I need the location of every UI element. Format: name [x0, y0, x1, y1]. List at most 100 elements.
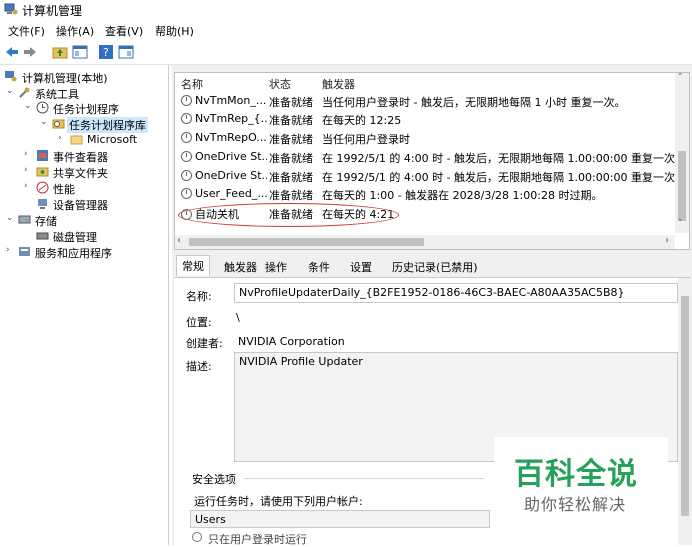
clock-icon — [181, 132, 192, 143]
author-label: 创建者: — [186, 337, 223, 350]
tab-conditions[interactable]: 条件 — [308, 259, 330, 275]
name-field[interactable]: NvProfileUpdaterDaily_{B2FE1952-0186-46C… — [234, 283, 678, 303]
table-row[interactable]: NvTmRepO... 准备就绪 当任何用户登录时 — [175, 131, 675, 149]
tree-label: 设备管理器 — [53, 199, 108, 212]
forward-arrow-icon[interactable] — [22, 44, 38, 60]
disk-icon — [36, 232, 49, 240]
tree-label: Microsoft — [87, 133, 138, 146]
task-name: NvTmRepO... — [195, 131, 267, 144]
clock-icon — [181, 113, 192, 124]
computer-management-icon — [5, 71, 17, 82]
folder-clock-icon — [52, 119, 65, 129]
task-trigger: 当任何用户登录时 - 触发后，无限期地每隔 1 小时 重复一次。 — [322, 96, 626, 109]
menu-file[interactable]: 文件(F) — [8, 23, 45, 39]
task-name: OneDrive St... — [195, 169, 267, 182]
location-value: \ — [236, 311, 240, 324]
column-header-name[interactable]: 名称 — [181, 76, 203, 92]
menu-help[interactable]: 帮助(H) — [155, 23, 194, 39]
up-folder-icon[interactable] — [52, 44, 68, 60]
tab-settings[interactable]: 设置 — [350, 259, 372, 275]
back-arrow-icon[interactable] — [4, 44, 20, 60]
chevron-right-icon[interactable]: › — [665, 235, 669, 246]
tab-actions[interactable]: 操作 — [265, 259, 287, 275]
chevron-right-icon[interactable]: › — [6, 245, 16, 255]
watermark-subtitle: 助你轻松解决 — [524, 495, 627, 514]
chevron-down-icon[interactable]: ⌄ — [6, 86, 16, 96]
chevron-right-icon[interactable]: › — [58, 133, 68, 143]
scrollbar-thumb[interactable] — [678, 151, 686, 221]
run-as-label: 运行任务时，请使用下列用户帐户: — [194, 495, 363, 508]
window-title: 计算机管理 — [22, 4, 83, 18]
title-bar: 计算机管理 — [0, 0, 692, 20]
column-header-trigger[interactable]: 触发器 — [322, 76, 355, 92]
table-row[interactable]: OneDrive St... 准备就绪 在 1992/5/1 的 4:00 时 … — [175, 150, 686, 168]
author-value: NVIDIA Corporation — [238, 335, 345, 348]
task-trigger: 当任何用户登录时 — [322, 133, 410, 146]
menu-view[interactable]: 查看(V) — [105, 23, 143, 39]
task-status: 准备就绪 — [269, 133, 313, 146]
task-trigger: 在 1992/5/1 的 4:00 时 - 触发后，无限期地每隔 1.00:00… — [322, 171, 686, 184]
table-row[interactable]: OneDrive St... 准备就绪 在 1992/5/1 的 4:00 时 … — [175, 169, 686, 187]
clock-icon — [181, 151, 192, 162]
storage-icon — [18, 215, 31, 224]
table-row[interactable]: NvTmRep_{... 准备就绪 在每天的 12:25 — [175, 112, 675, 130]
task-status: 准备就绪 — [269, 152, 313, 165]
vertical-scrollbar[interactable]: ˄ ˅ — [675, 73, 689, 233]
chevron-down-icon[interactable]: ⌄ — [24, 101, 34, 111]
tools-icon — [19, 87, 30, 98]
chevron-down-icon[interactable]: ⌄ — [6, 213, 16, 223]
computer-management-icon — [4, 3, 18, 15]
highlight-ellipse — [178, 203, 399, 227]
tree-label: 任务计划程序 — [53, 103, 119, 116]
scrollbar-thumb[interactable] — [681, 296, 689, 516]
chevron-right-icon[interactable]: › — [24, 149, 34, 159]
radio-run-when-logged-on[interactable] — [192, 532, 202, 542]
menu-action[interactable]: 操作(A) — [56, 23, 94, 39]
event-viewer-icon — [37, 150, 48, 161]
tab-history[interactable]: 历史记录(已禁用) — [392, 259, 478, 275]
table-row[interactable]: User_Feed_... 准备就绪 在每天的 1:00 - 触发器在 2028… — [175, 187, 675, 205]
chevron-right-icon[interactable]: › — [24, 165, 34, 175]
watermark-title: 百科全说 — [514, 457, 638, 492]
scrollbar-thumb[interactable] — [189, 238, 424, 246]
chevron-right-icon[interactable]: › — [24, 181, 34, 191]
tree-label: 共享文件夹 — [53, 167, 108, 180]
chevron-up-icon[interactable]: ˄ — [678, 73, 683, 83]
tree-label: 磁盘管理 — [53, 231, 97, 244]
device-manager-icon — [38, 199, 47, 209]
watermark: 百科全说 助你轻松解决 — [494, 437, 668, 521]
task-status: 准备就绪 — [269, 114, 313, 127]
tree-label: 服务和应用程序 — [35, 247, 112, 260]
chevron-left-icon[interactable]: ‹ — [177, 235, 181, 246]
location-label: 位置: — [186, 316, 212, 329]
tree-label: 计算机管理(本地) — [22, 72, 108, 85]
show-hide-tree-icon[interactable] — [72, 44, 88, 60]
tree-label: 事件查看器 — [53, 151, 108, 164]
user-account-field[interactable]: Users — [190, 510, 490, 528]
help-icon[interactable]: ? — [98, 44, 114, 60]
tree-label: 任务计划程序库 — [67, 117, 148, 133]
name-label: 名称: — [186, 290, 212, 303]
divider — [244, 478, 484, 479]
column-header-status[interactable]: 状态 — [269, 76, 291, 92]
chevron-down-icon[interactable]: ⌄ — [40, 117, 50, 127]
shared-folder-icon — [36, 167, 49, 177]
clock-icon — [36, 101, 49, 114]
tree-label: 系统工具 — [35, 88, 79, 101]
properties-icon[interactable] — [118, 44, 134, 60]
task-name: NvTmMon_... — [195, 94, 267, 107]
tab-strip: 常规 触发器 操作 条件 设置 历史记录(已禁用) — [174, 255, 690, 277]
horizontal-scrollbar[interactable]: ‹ › — [175, 235, 675, 249]
task-trigger: 在每天的 12:25 — [322, 114, 402, 127]
security-options-title: 安全选项 — [192, 473, 236, 486]
task-status: 准备就绪 — [269, 96, 313, 109]
description-label: 描述: — [186, 360, 212, 373]
tab-triggers[interactable]: 触发器 — [224, 259, 257, 275]
chevron-down-icon[interactable]: ˅ — [678, 219, 683, 229]
svg-text:?: ? — [103, 46, 109, 59]
clock-icon — [181, 170, 192, 181]
vertical-scrollbar[interactable] — [678, 278, 692, 545]
clock-icon — [181, 188, 192, 199]
tab-general[interactable]: 常规 — [176, 255, 210, 276]
table-row[interactable]: NvTmMon_... 准备就绪 当任何用户登录时 - 触发后，无限期地每隔 1… — [175, 94, 675, 112]
